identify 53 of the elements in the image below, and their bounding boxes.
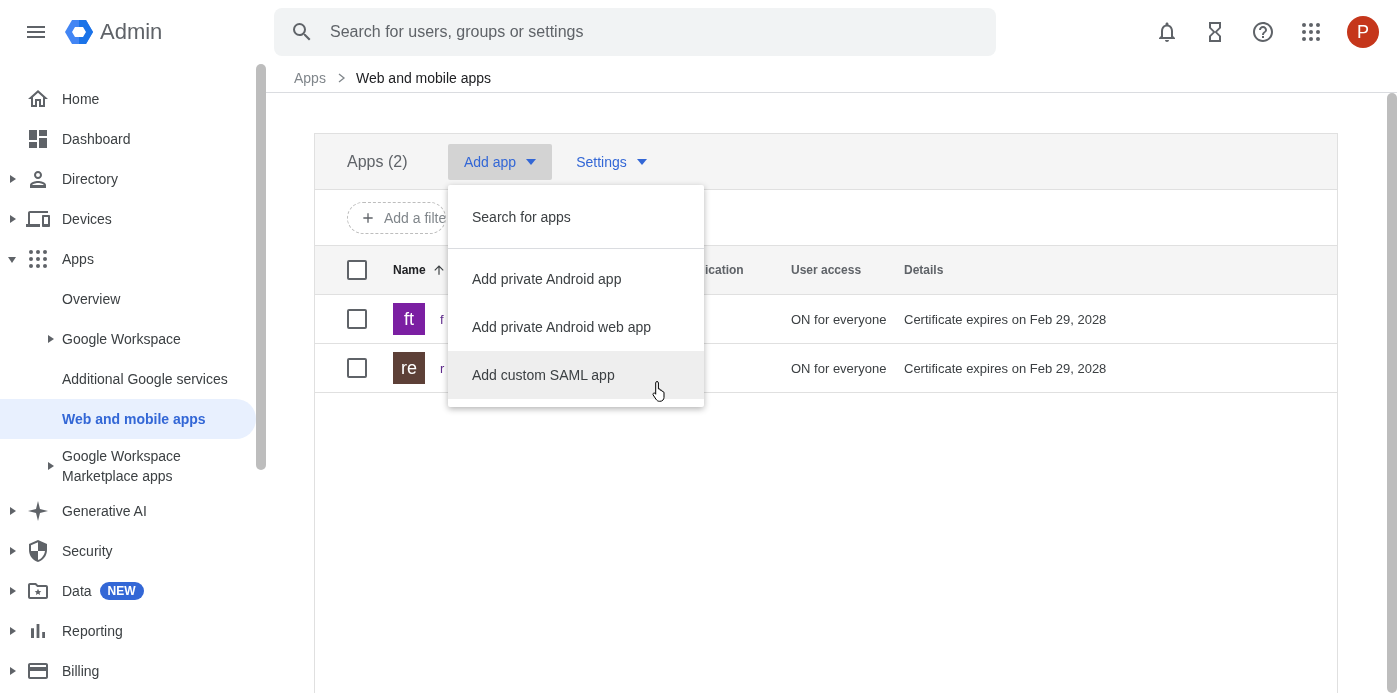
checkbox[interactable] [347, 358, 367, 378]
menu-item[interactable]: Search for apps [448, 185, 704, 248]
add-app-button[interactable]: Add app [448, 143, 553, 180]
sidebar-item[interactable]: Dashboard [0, 119, 256, 159]
table-cell: Certificate expires on Feb 29, 2028 [904, 361, 1107, 376]
table-cell: ON for everyone [791, 312, 887, 327]
sidebar-item[interactable]: Directory [0, 159, 256, 199]
sidebar-item[interactable]: Reporting [0, 611, 256, 651]
caret-icon [526, 158, 537, 165]
caret-icon [636, 158, 647, 165]
hand-cursor-icon [652, 380, 668, 402]
checkbox[interactable] [347, 260, 367, 280]
settings-button[interactable]: Settings [560, 143, 663, 180]
sidebar-item[interactable]: Home [0, 79, 256, 119]
column-header: User access [791, 263, 862, 277]
breadcrumb-current: Web and mobile apps [355, 70, 492, 86]
breadcrumb-link[interactable]: Apps [294, 70, 326, 86]
account-avatar[interactable]: P [1347, 16, 1379, 48]
sidebar-item[interactable]: Web and mobile apps [0, 399, 256, 439]
sidebar-item[interactable]: Google Workspace [0, 319, 256, 359]
column-header: ication [705, 263, 744, 277]
sidebar-item[interactable]: Additional Google services [0, 359, 256, 399]
apps-grid-icon[interactable] [1299, 20, 1323, 44]
search-field[interactable]: Search for users, groups or settings [274, 8, 996, 56]
sidebar-item[interactable]: Billing [0, 651, 256, 691]
sidebar-item[interactable]: Google Workspace Marketplace apps [0, 439, 256, 491]
table-cell: ON for everyone [791, 361, 887, 376]
shield-icon [26, 539, 50, 563]
sidebar-item[interactable]: Generative AI [0, 491, 256, 531]
new-badge: NEW [99, 582, 144, 600]
menu-item[interactable]: Add custom SAML app [448, 351, 704, 399]
column-header[interactable]: Name [393, 263, 426, 277]
app-avatar: ft [393, 303, 425, 335]
scrollbar-thumb[interactable] [256, 64, 266, 470]
scrollbar-thumb[interactable] [1387, 93, 1397, 693]
app-name[interactable]: f [440, 311, 444, 327]
card-title: Apps (2) [347, 152, 409, 171]
app-title: Admin [100, 19, 164, 45]
sidebar-item[interactable]: Apps [0, 239, 256, 279]
apps-grid-icon [26, 247, 50, 271]
sidebar-item[interactable]: Security [0, 531, 256, 571]
app-avatar: re [393, 352, 425, 384]
dashboard-icon [26, 127, 50, 151]
help-icon[interactable] [1251, 20, 1275, 44]
hexagon-logo-icon [64, 17, 94, 47]
sidebar-item[interactable]: Overview [0, 279, 256, 319]
sidebar-item[interactable]: Devices [0, 199, 256, 239]
column-header: Details [904, 263, 944, 277]
search-input[interactable]: Search for users, groups or settings [328, 22, 928, 42]
app-name[interactable]: r [440, 360, 445, 376]
table-cell: Certificate expires on Feb 29, 2028 [904, 312, 1107, 327]
sidebar-item[interactable]: Data NEW [0, 571, 256, 611]
checkbox[interactable] [347, 309, 367, 329]
